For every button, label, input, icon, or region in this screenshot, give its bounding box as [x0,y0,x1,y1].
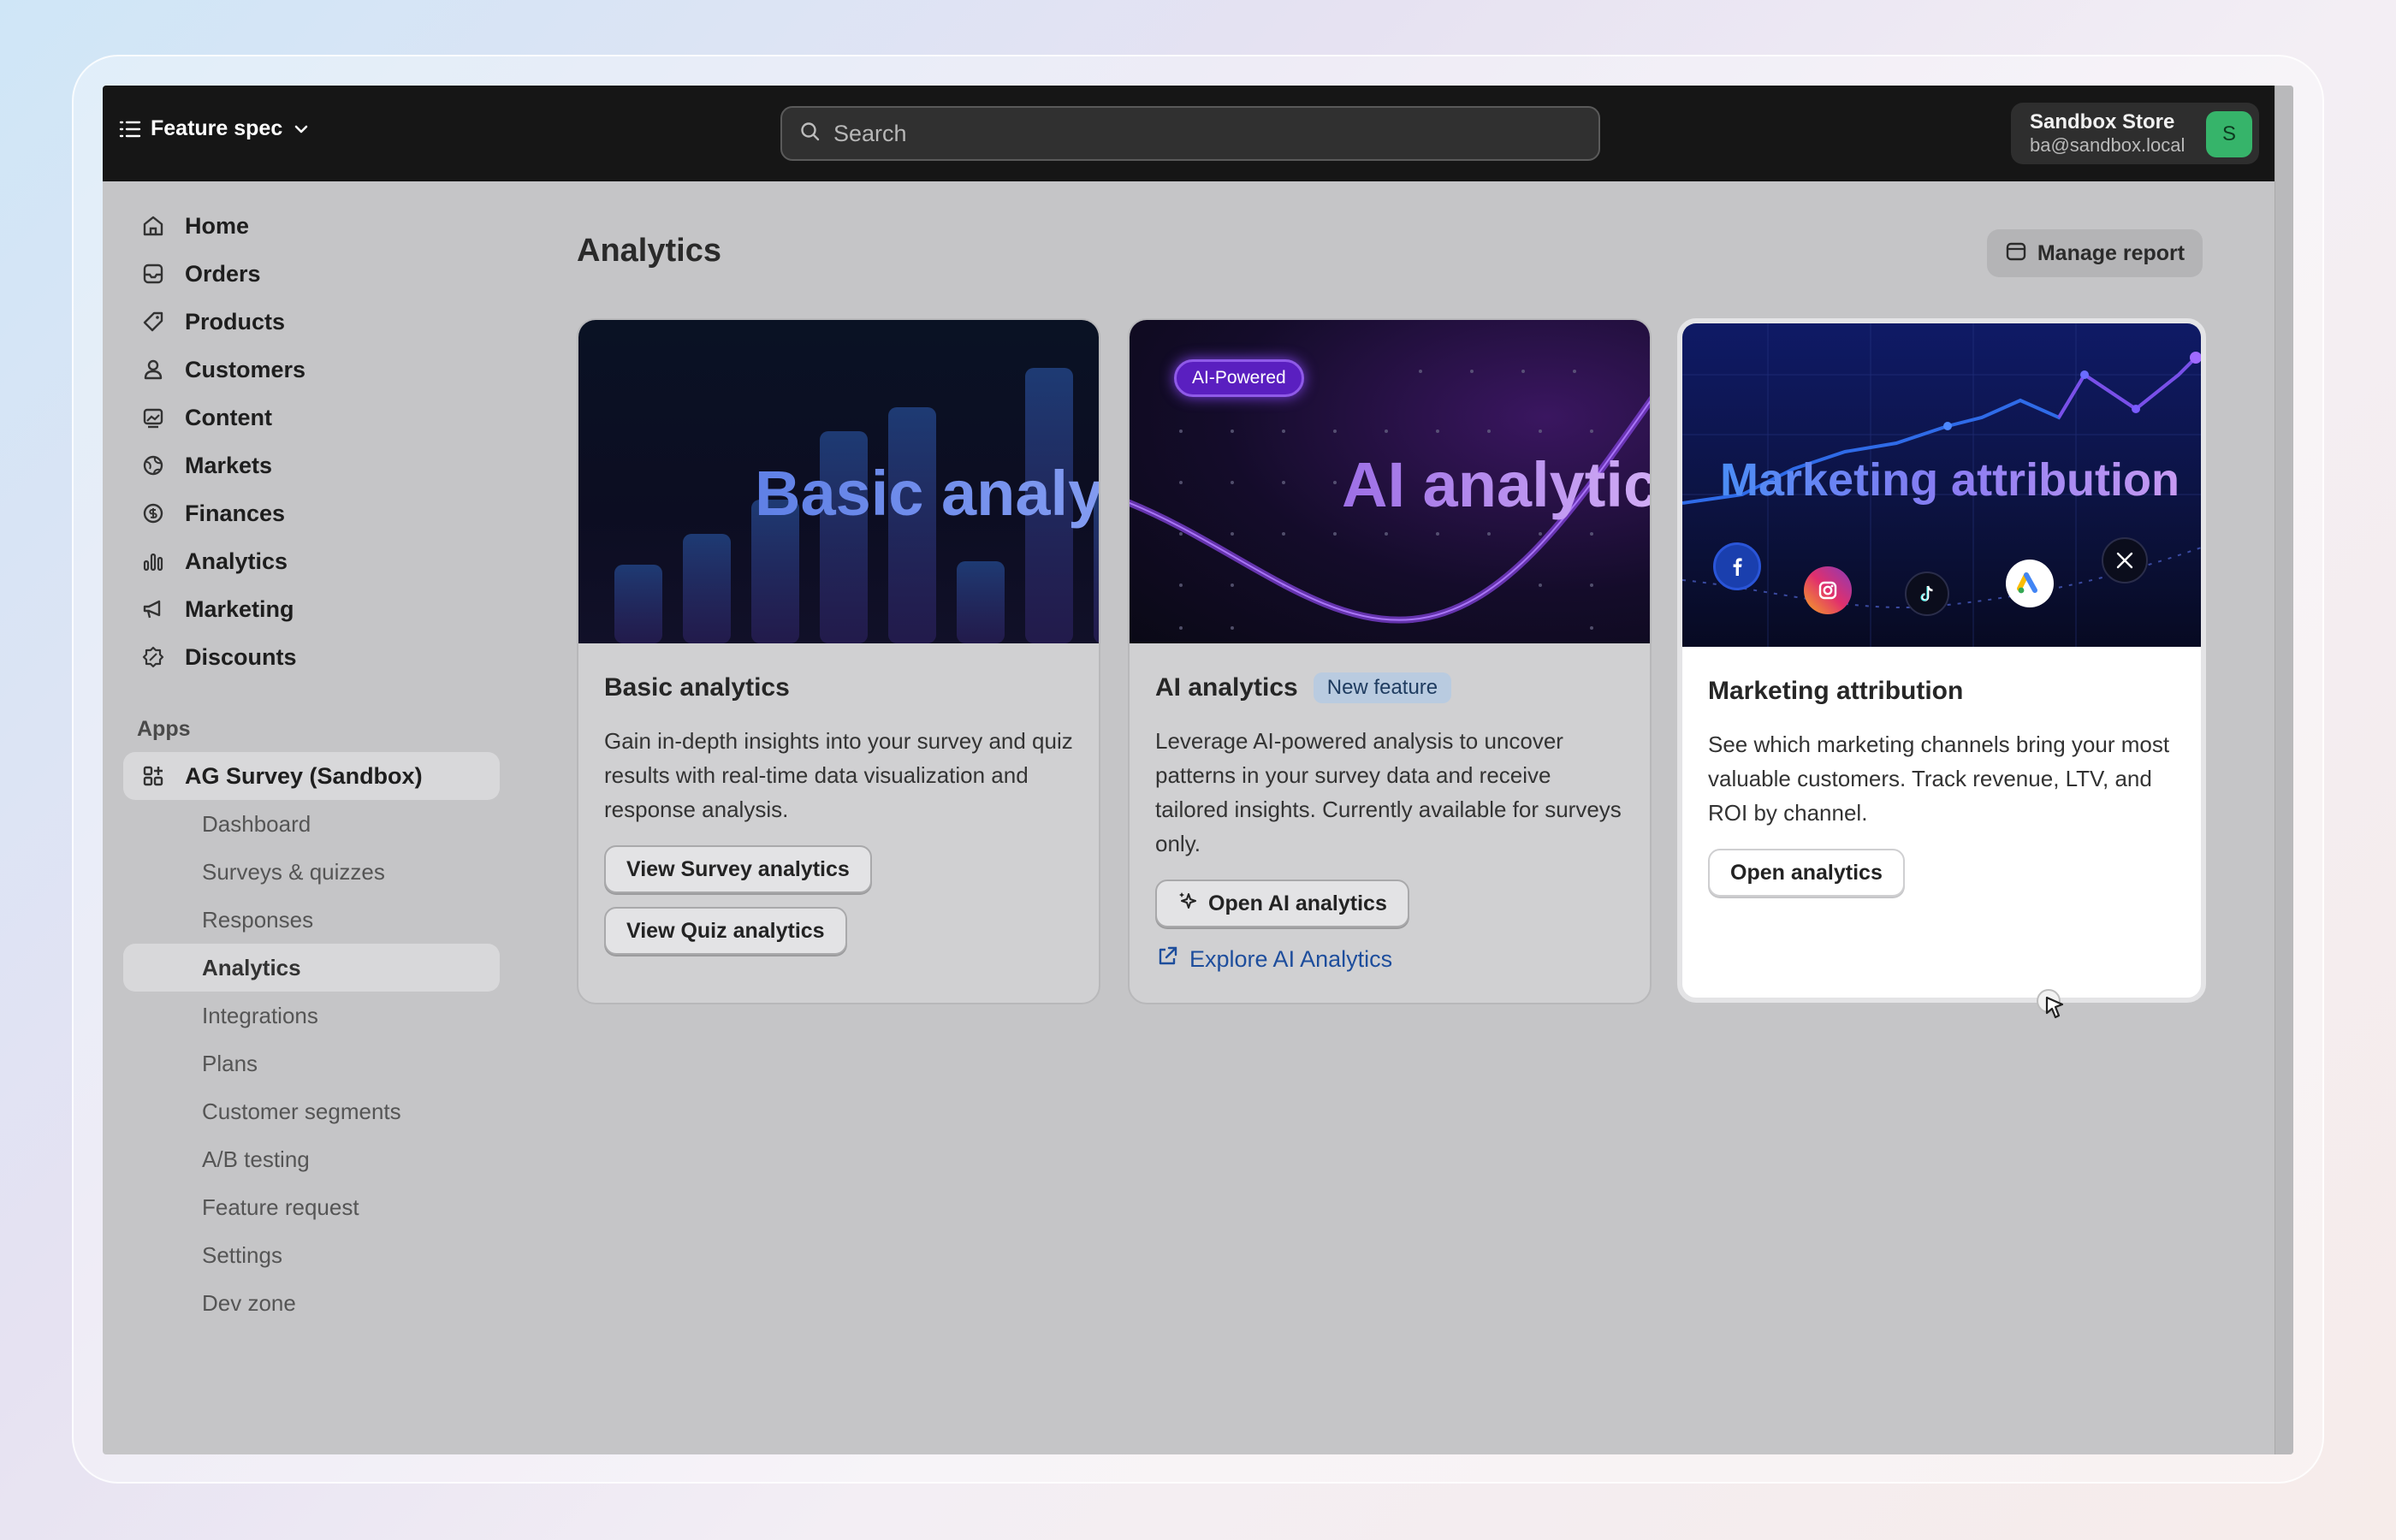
sidebar-subitem-plans[interactable]: Plans [123,1040,500,1087]
card-description: See which marketing channels bring your … [1708,732,2170,826]
account-menu[interactable]: Sandbox Store ba@sandbox.local S [2011,103,2259,164]
external-link-icon [1155,945,1179,974]
sidebar-subitem-analytics[interactable]: Analytics [123,944,500,992]
sidebar-item-label: Analytics [185,548,288,574]
sidebar-item-products[interactable]: Products [123,298,500,346]
new-feature-badge: New feature [1313,672,1452,703]
sidebar-item-label: Marketing [185,595,294,622]
sidebar-item-label: Home [185,212,250,239]
admin-window: Feature spec Sandbox Store ba@sandbox.lo… [103,86,2293,1454]
instagram-icon [1804,566,1852,614]
account-name: Sandbox Store [2030,110,2175,133]
basic-analytics-banner-text: Basic analytics [755,457,1099,530]
person-icon [140,357,166,382]
apps-heading: Apps [137,717,191,741]
card-description: Gain in-depth insights into your survey … [604,728,1073,822]
bar-chart-icon [140,548,166,574]
manage-report-label: Manage report [2037,240,2185,265]
sidebar-subitem-settings[interactable]: Settings [123,1231,500,1279]
ai-analytics-banner: AI-Powered AI analytics [1130,320,1650,643]
sidebar-subitem-ab-testing[interactable]: A/B testing [123,1135,500,1183]
inbox-icon [140,261,166,287]
sidebar-item-label: Content [185,404,272,430]
list-icon [118,117,142,141]
search-input[interactable] [833,120,1586,147]
image-icon [140,405,166,430]
calendar-icon [2005,240,2027,268]
card-title-text: AI analytics [1155,673,1298,702]
avatar: S [2206,111,2252,157]
sidebar-subitem-surveys-quizzes[interactable]: Surveys & quizzes [123,848,500,896]
card-title-text: Marketing attribution [1708,677,1964,705]
sidebar-item-discounts[interactable]: Discounts [123,633,500,681]
account-email: ba@sandbox.local [2030,134,2185,156]
card-title: Marketing attribution [1708,672,2175,710]
sidebar-item-content[interactable]: Content [123,394,500,441]
explore-ai-analytics-label: Explore AI Analytics [1189,946,1393,972]
tiktok-icon [1905,572,1949,616]
google-ads-icon [2006,560,2054,607]
sidebar-item-label: Markets [185,452,273,478]
sidebar-subitem-responses[interactable]: Responses [123,896,500,944]
sidebar-item-label: Customers [185,356,306,382]
view-quiz-analytics-button[interactable]: View Quiz analytics [604,907,847,955]
sidebar-subitem-dev-zone[interactable]: Dev zone [123,1279,500,1327]
open-ai-analytics-label: Open AI analytics [1208,891,1387,915]
view-survey-analytics-button[interactable]: View Survey analytics [604,845,872,893]
sidebar-subitem-feature-request[interactable]: Feature request [123,1183,500,1231]
search-icon [799,121,821,147]
card-title: AI analytics New feature [1155,669,1624,707]
sidebar-item-label: Orders [185,260,261,287]
mouse-cursor-icon [2033,986,2073,1029]
page-title: Analytics [577,233,721,269]
sidebar-item-customers[interactable]: Customers [123,346,500,394]
sidebar-item-markets[interactable]: Markets [123,441,500,489]
tag-icon [140,309,166,335]
sidebar-subitem-dashboard[interactable]: Dashboard [123,800,500,848]
card-description: Leverage AI-powered analysis to uncover … [1155,728,1622,856]
sidebar-item-label: Discounts [185,643,297,670]
card-title: Basic analytics [604,669,1073,707]
chevron-down-icon [291,119,311,139]
card-title-text: Basic analytics [604,673,790,702]
card-ai-analytics: AI-Powered AI analytics AI analytics New… [1128,318,1652,1004]
store-switcher-label: Feature spec [151,116,283,140]
discount-icon [140,644,166,670]
sidebar-app-ag-survey[interactable]: AG Survey (Sandbox) [123,752,500,800]
open-analytics-button[interactable]: Open analytics [1708,849,1905,897]
ai-analytics-banner-text: AI analytics [1342,448,1650,521]
scrollbar[interactable] [2274,86,2293,1454]
sidebar-item-orders[interactable]: Orders [123,250,500,298]
sidebar-item-analytics[interactable]: Analytics [123,537,500,585]
ai-powered-pill: AI-Powered [1174,359,1304,397]
sidebar: Home Orders Products Customers Content M… [123,202,500,1327]
megaphone-icon [140,596,166,622]
sidebar-item-label: Products [185,308,286,335]
explore-ai-analytics-link[interactable]: Explore AI Analytics [1155,945,1392,974]
card-marketing-attribution: Marketing attribution Marketing attribut… [1677,318,2206,1003]
top-bar: Feature spec Sandbox Store ba@sandbox.lo… [103,86,2274,181]
sidebar-subitem-integrations[interactable]: Integrations [123,992,500,1040]
facebook-icon [1713,542,1761,590]
sparkle-icon [1177,890,1200,918]
marketing-attribution-banner: Marketing attribution [1682,323,2201,647]
dollar-icon [140,500,166,526]
manage-report-button[interactable]: Manage report [1987,229,2203,277]
sidebar-item-home[interactable]: Home [123,202,500,250]
sidebar-item-label: Finances [185,500,286,526]
store-switcher[interactable]: Feature spec [118,116,311,141]
marketing-attribution-banner-text: Marketing attribution [1720,454,2180,506]
home-icon [140,213,166,239]
search-bar[interactable] [780,106,1600,161]
apps-icon [140,763,166,789]
sidebar-item-marketing[interactable]: Marketing [123,585,500,633]
basic-analytics-banner: Basic analytics [578,320,1099,643]
sidebar-item-finances[interactable]: Finances [123,489,500,537]
x-twitter-icon [2102,537,2148,583]
sidebar-subitem-customer-segments[interactable]: Customer segments [123,1087,500,1135]
globe-icon [140,453,166,478]
open-ai-analytics-button[interactable]: Open AI analytics [1155,880,1409,927]
card-basic-analytics: Basic analytics Basic analytics Gain in-… [577,318,1100,1004]
sidebar-app-label: AG Survey (Sandbox) [185,762,423,789]
